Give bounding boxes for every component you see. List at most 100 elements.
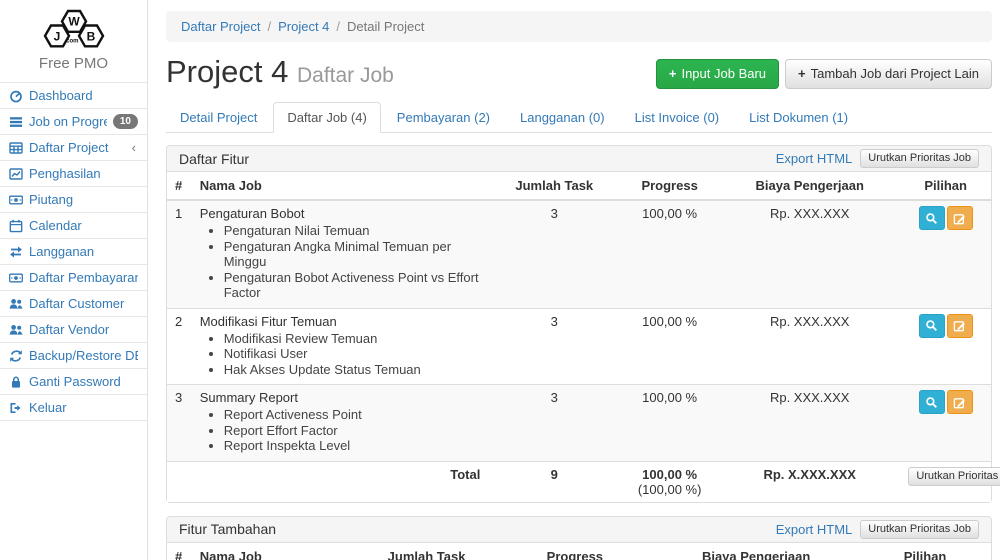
plus-icon: +: [669, 66, 677, 82]
sidebar-item-penghasilan[interactable]: Penghasilan: [0, 161, 147, 187]
brand-link[interactable]: W J B .com Free PMO: [0, 0, 147, 82]
refresh-icon: [9, 349, 23, 363]
panel-heading: Fitur Tambahan Export HTML Urutkan Prior…: [167, 517, 991, 543]
tab-daftar-job[interactable]: Daftar Job (4): [273, 102, 380, 133]
job-title: Pengaturan Bobot: [200, 206, 481, 221]
sidebar-item-label: Dashboard: [29, 88, 138, 103]
dashboard-icon: [9, 89, 23, 103]
search-icon: [925, 212, 938, 225]
subtask: Notifikasi User: [224, 346, 481, 362]
breadcrumb-separator: /: [267, 19, 271, 34]
sidebar-item-ganti-password[interactable]: Ganti Password: [0, 369, 147, 395]
retweet-icon: [9, 245, 23, 259]
sidebar-item-keluar[interactable]: Keluar: [0, 395, 147, 421]
view-job-button[interactable]: [919, 314, 945, 338]
chevron-left-icon: ‹: [132, 140, 138, 155]
sidebar-item-daftar-pembayaran[interactable]: Daftar Pembayaran: [0, 265, 147, 291]
tab-detail-project[interactable]: Detail Project: [166, 102, 271, 133]
row-cost: Rp. XXX.XXX: [719, 385, 900, 462]
row-actions: [900, 200, 991, 308]
sidebar-item-label: Keluar: [29, 400, 138, 415]
row-num: 3: [167, 385, 192, 462]
total-row: Total 9 100,00 % (100,00 %) Rp. X.XXX.XX…: [167, 461, 991, 502]
sidebar-item-job-on-progress[interactable]: Job on Progress 10: [0, 109, 147, 135]
page-title-text: Project 4: [166, 54, 288, 89]
urutkan-prioritas-job-button[interactable]: Urutkan Prioritas Job: [908, 467, 1000, 486]
sidebar-item-daftar-vendor[interactable]: Daftar Vendor: [0, 317, 147, 343]
row-tasks: 3: [488, 308, 620, 385]
table-row: 3 Summary Report Report Activeness Point…: [167, 385, 991, 462]
svg-text:W: W: [68, 15, 80, 29]
col-nama-job: Nama Job: [192, 543, 357, 560]
export-html-link[interactable]: Export HTML: [776, 522, 853, 537]
sidebar-item-langganan[interactable]: Langganan: [0, 239, 147, 265]
col-num: #: [167, 543, 192, 560]
total-tasks: 9: [488, 461, 620, 502]
col-jumlah-task: Jumlah Task: [488, 172, 620, 200]
subtask: Report Effort Factor: [224, 423, 481, 439]
jwb-logo-icon: W J B .com: [37, 8, 111, 50]
app-window: W J B .com Free PMO Dashboard Job on Pro…: [0, 0, 1000, 560]
panel-heading: Daftar Fitur Export HTML Urutkan Priorit…: [167, 146, 991, 172]
tab-langganan[interactable]: Langganan (0): [506, 102, 619, 133]
tambah-job-dari-project-lain-button[interactable]: + Tambah Job dari Project Lain: [785, 59, 992, 89]
header-actions: + Input Job Baru + Tambah Job dari Proje…: [656, 59, 992, 89]
tambah-job-label: Tambah Job dari Project Lain: [811, 66, 979, 82]
sidebar-item-daftar-project[interactable]: Daftar Project ‹: [0, 135, 147, 161]
sidebar-item-label: Ganti Password: [29, 374, 138, 389]
col-pilihan: Pilihan: [859, 543, 991, 560]
sidebar-item-calendar[interactable]: Calendar: [0, 213, 147, 239]
sign-out-icon: [9, 401, 23, 415]
edit-job-button[interactable]: [947, 390, 973, 414]
money-icon: [9, 193, 23, 207]
edit-job-button[interactable]: [947, 314, 973, 338]
panel-daftar-fitur: Daftar Fitur Export HTML Urutkan Priorit…: [166, 145, 992, 503]
edit-icon: [953, 212, 966, 225]
total-progress: 100,00 % (100,00 %): [620, 461, 719, 502]
view-job-button[interactable]: [919, 390, 945, 414]
breadcrumb-link-daftar-project[interactable]: Daftar Project: [181, 19, 260, 34]
row-num: 2: [167, 308, 192, 385]
sidebar-item-backup-restore-db[interactable]: Backup/Restore DB: [0, 343, 147, 369]
col-progress: Progress: [497, 543, 654, 560]
edit-job-button[interactable]: [947, 206, 973, 230]
total-cost: Rp. X.XXX.XXX: [719, 461, 900, 502]
urutkan-prioritas-job-button[interactable]: Urutkan Prioritas Job: [860, 520, 979, 539]
sidebar-item-daftar-customer[interactable]: Daftar Customer: [0, 291, 147, 317]
project-tabs: Detail Project Daftar Job (4) Pembayaran…: [166, 102, 992, 133]
breadcrumb-current: Detail Project: [347, 19, 424, 34]
tab-list-invoice[interactable]: List Invoice (0): [621, 102, 734, 133]
tab-pembayaran[interactable]: Pembayaran (2): [383, 102, 504, 133]
sidebar-item-label: Daftar Pembayaran: [29, 270, 138, 285]
search-icon: [925, 319, 938, 332]
export-html-link[interactable]: Export HTML: [776, 151, 853, 166]
sidebar-item-label: Backup/Restore DB: [29, 348, 138, 363]
subtask: Pengaturan Angka Minimal Temuan per Ming…: [224, 239, 481, 270]
breadcrumb-link-project-4[interactable]: Project 4: [278, 19, 329, 34]
total-label: Total: [192, 461, 489, 502]
col-progress: Progress: [620, 172, 719, 200]
subtask: Pengaturan Bobot Activeness Point vs Eff…: [224, 270, 481, 301]
job-title: Modifikasi Fitur Temuan: [200, 314, 481, 329]
subtask: Report Inspekta Level: [224, 438, 481, 454]
view-job-button[interactable]: [919, 206, 945, 230]
sidebar-item-piutang[interactable]: Piutang: [0, 187, 147, 213]
edit-icon: [953, 319, 966, 332]
sidebar-item-label: Calendar: [29, 218, 138, 233]
col-biaya: Biaya Pengerjaan: [653, 543, 859, 560]
row-actions: [900, 308, 991, 385]
row-job-cell: Modifikasi Fitur Temuan Modifikasi Revie…: [192, 308, 489, 385]
svg-text:J: J: [53, 29, 60, 43]
sidebar-item-dashboard[interactable]: Dashboard: [0, 83, 147, 109]
plus-icon: +: [798, 66, 806, 82]
sidebar-item-label: Daftar Vendor: [29, 322, 138, 337]
breadcrumb: Daftar Project / Project 4 / Detail Proj…: [166, 11, 992, 42]
breadcrumb-separator: /: [336, 19, 340, 34]
sidebar: W J B .com Free PMO Dashboard Job on Pro…: [0, 0, 148, 560]
sidebar-item-label: Job on Progress: [29, 114, 107, 129]
tab-list-dokumen[interactable]: List Dokumen (1): [735, 102, 862, 133]
empty-cell: [167, 461, 192, 502]
input-job-baru-label: Input Job Baru: [681, 66, 766, 82]
input-job-baru-button[interactable]: + Input Job Baru: [656, 59, 779, 89]
urutkan-prioritas-job-button[interactable]: Urutkan Prioritas Job: [860, 149, 979, 168]
